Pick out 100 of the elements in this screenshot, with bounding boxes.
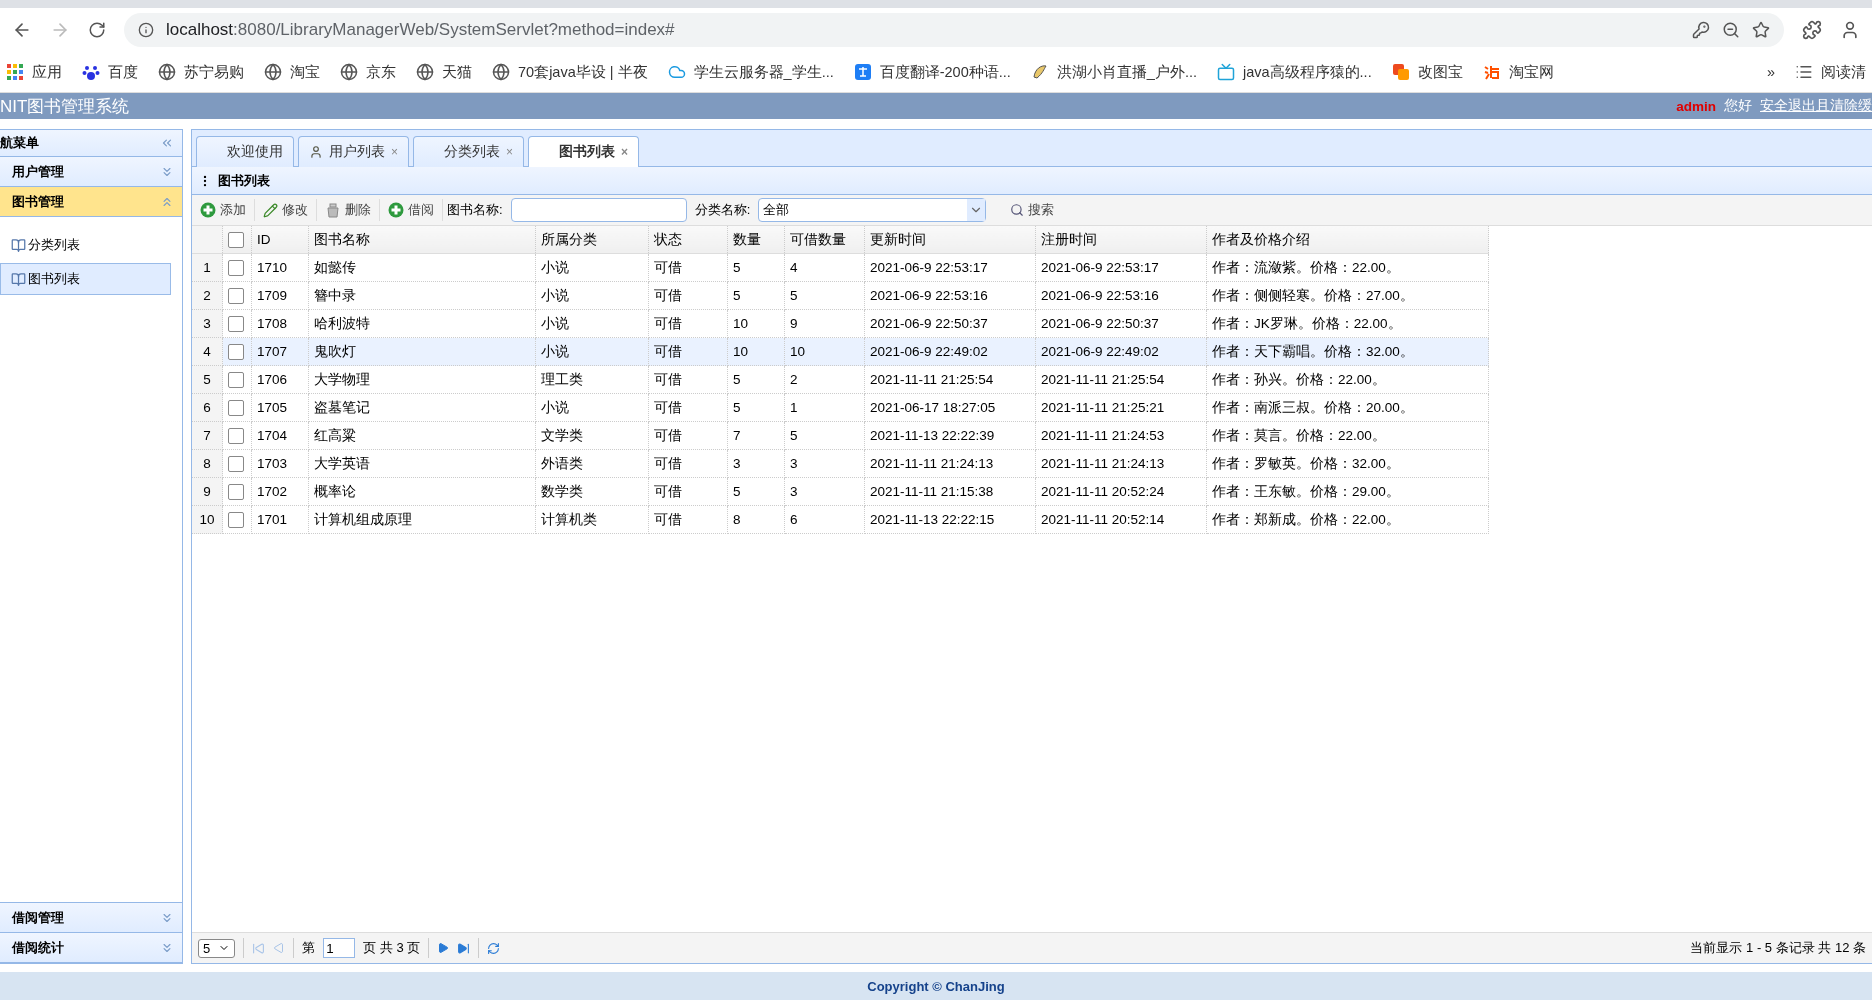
table-cell: 1707 — [251, 337, 309, 366]
pager-label: 页 共 3 页 — [363, 939, 421, 957]
field-label: 图书名称: — [447, 201, 503, 219]
extensions-icon[interactable] — [1802, 20, 1822, 40]
table-cell: 1709 — [251, 281, 309, 310]
bookmark[interactable]: 学生云服务器_学生... — [667, 62, 834, 82]
row-number: 8 — [192, 449, 223, 478]
bookmark[interactable]: 洪湖小肖直播_户外... — [1030, 62, 1197, 82]
row-number: 7 — [192, 421, 223, 450]
sidebar-group-header[interactable]: 图书管理 — [0, 187, 182, 217]
sidebar-title: 航菜单 — [0, 134, 39, 152]
bookmark[interactable]: 淘宝 — [264, 62, 320, 82]
tab[interactable]: 用户列表 × — [298, 136, 409, 167]
table-cell: 5 — [727, 253, 785, 282]
table-cell: 2021-11-11 21:15:38 — [864, 477, 1036, 506]
bookmark[interactable]: 70套java毕设 | 半夜 — [492, 62, 648, 82]
tab[interactable]: 欢迎使用 — [196, 136, 294, 167]
record-info: 当前显示 1 - 5 条记录 共 12 条 — [1690, 939, 1866, 957]
row-checkbox[interactable] — [228, 427, 244, 444]
search-icon — [1010, 203, 1025, 217]
table-cell: 1702 — [251, 477, 309, 506]
toolbar-button[interactable]: 添加 — [196, 199, 255, 221]
collapse-icon[interactable] — [160, 136, 174, 150]
page-field[interactable]: 1 — [323, 938, 356, 958]
table-cell: 4 — [784, 253, 865, 282]
address-bar[interactable]: localhost:8080/LibraryManagerWeb/SystemServlet?method=index# — [124, 13, 1784, 47]
table-cell: 6 — [784, 505, 865, 534]
bookmark[interactable]: 改图宝 — [1391, 62, 1463, 82]
row-checkbox[interactable] — [228, 287, 244, 304]
row-checkbox[interactable] — [228, 511, 244, 528]
category-select[interactable]: 全部 — [758, 198, 987, 222]
bookmark[interactable]: 京东 — [340, 62, 396, 82]
table-cell: 2021-06-9 22:50:37 — [864, 309, 1036, 338]
toolbar-button[interactable]: 修改 — [259, 199, 317, 221]
table-cell: 2021-06-9 22:53:17 — [864, 253, 1036, 282]
bookmark[interactable]: 百度 — [82, 62, 138, 82]
paw-icon — [82, 63, 100, 81]
panel-title: 图书列表 — [218, 171, 270, 190]
zoom-out-icon[interactable] — [1722, 21, 1740, 39]
column-header: 可借数量 — [784, 226, 865, 254]
overflow-chevron[interactable]: » — [1766, 64, 1775, 80]
reload-button[interactable] — [88, 21, 106, 39]
bookmark[interactable]: 苏宁易购 — [158, 62, 244, 82]
bookmark[interactable]: 淘宝网 — [1482, 62, 1554, 82]
row-checkbox[interactable] — [228, 483, 244, 500]
sidebar-item[interactable]: 分类列表 — [0, 229, 171, 261]
select-all-checkbox[interactable] — [228, 231, 244, 248]
page-size-select[interactable]: 5 — [198, 938, 236, 958]
username: admin — [1676, 98, 1716, 114]
table-cell: 2021-11-11 20:52:14 — [1035, 505, 1207, 534]
table-cell: 可借 — [648, 253, 728, 282]
row-checkbox[interactable] — [228, 343, 244, 360]
row-number: 9 — [192, 477, 223, 506]
tab[interactable]: 分类列表 × — [413, 136, 525, 167]
book-icon — [11, 271, 26, 287]
sidebar-item[interactable]: 图书列表 — [0, 263, 171, 295]
row-checkbox[interactable] — [228, 259, 244, 276]
table-cell: 外语类 — [535, 449, 649, 478]
column-header: 图书名称 — [308, 226, 536, 254]
globe-icon — [492, 63, 510, 81]
row-checkbox[interactable] — [228, 371, 244, 388]
reading-list[interactable]: 阅读清 — [1795, 62, 1866, 82]
tab[interactable]: 图书列表 × — [528, 136, 640, 167]
table-cell: 2021-06-9 22:53:17 — [1035, 253, 1207, 282]
row-checkbox[interactable] — [228, 455, 244, 472]
column-header: 注册时间 — [1035, 226, 1207, 254]
table-cell: 10 — [727, 309, 785, 338]
table-cell: 作者：天下霸唱。价格：32.00。 — [1206, 337, 1489, 366]
sidebar-group-header[interactable]: 借阅统计 — [0, 933, 182, 963]
row-checkbox[interactable] — [228, 399, 244, 416]
row-number: 2 — [192, 281, 223, 310]
bookmark[interactable]: 天猫 — [416, 62, 472, 82]
key-icon — [1692, 21, 1710, 39]
sidebar-group-header[interactable]: 用户管理 — [0, 157, 182, 187]
search-button[interactable]: 搜索 — [1004, 200, 1061, 220]
table-cell: 2021-11-11 21:25:54 — [1035, 365, 1207, 394]
table-cell: 小说 — [535, 337, 649, 366]
close-icon[interactable]: × — [621, 145, 629, 159]
sidebar-group-header[interactable]: 借阅管理 — [0, 903, 182, 933]
bookmark[interactable]: java高级程序猿的... — [1217, 62, 1372, 82]
table-cell: 1708 — [251, 309, 309, 338]
profile-icon[interactable] — [1840, 20, 1860, 40]
row-checkbox[interactable] — [228, 315, 244, 332]
toolbar-button[interactable]: 借阅 — [384, 199, 443, 221]
table-cell: 1710 — [251, 253, 309, 282]
name-field[interactable] — [510, 198, 687, 222]
refresh-button[interactable] — [487, 941, 501, 955]
table-cell: 计算机组成原理 — [308, 505, 536, 534]
table-cell: 7 — [727, 421, 785, 450]
last-page-button[interactable] — [457, 941, 471, 955]
table-cell: 2021-06-9 22:50:37 — [1035, 309, 1207, 338]
next-page-button[interactable] — [437, 942, 450, 954]
table-cell: 5 — [784, 281, 865, 310]
table-cell: 作者：莫言。价格：22.00。 — [1206, 421, 1489, 450]
group-label: 图书管理 — [12, 192, 64, 211]
bookmark[interactable]: 应用 — [6, 62, 62, 82]
globe-icon — [340, 63, 358, 81]
bookmark[interactable]: 百度翻译-200种语... — [853, 62, 1011, 82]
star-icon[interactable] — [1752, 21, 1770, 39]
toolbar-button[interactable]: 删除 — [321, 199, 380, 221]
